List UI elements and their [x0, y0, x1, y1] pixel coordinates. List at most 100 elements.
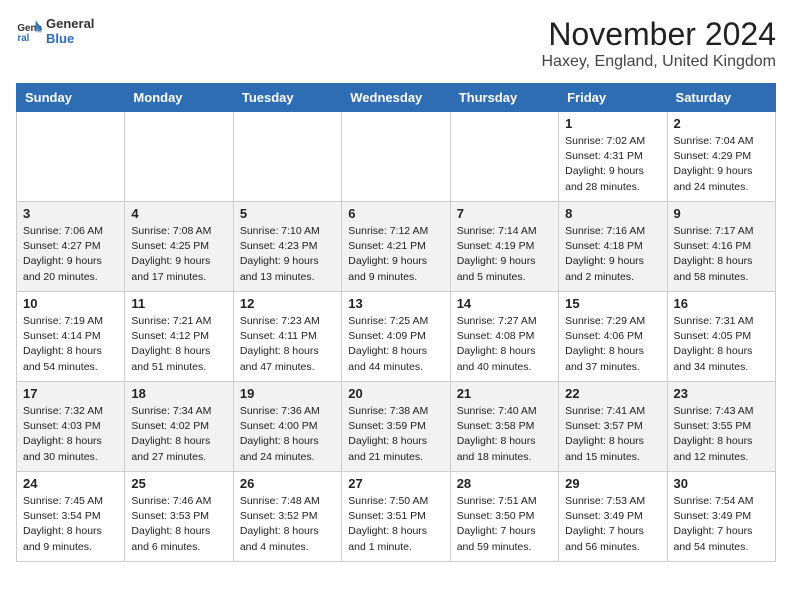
day-cell: 5Sunrise: 7:10 AMSunset: 4:23 PMDaylight… — [233, 202, 341, 292]
day-number: 11 — [131, 296, 226, 311]
day-number: 23 — [674, 386, 769, 401]
day-cell: 18Sunrise: 7:34 AMSunset: 4:02 PMDayligh… — [125, 382, 233, 472]
day-info: Sunrise: 7:38 AMSunset: 3:59 PMDaylight:… — [348, 404, 443, 465]
day-cell: 25 Sunrise: 7:46 AMSunset: 3:53 PMDayligh… — [125, 472, 233, 562]
day-number: 4 — [131, 206, 226, 221]
day-number: 22 — [565, 386, 660, 401]
day-info: Sunrise: 7:27 AMSunset: 4:08 PMDaylight:… — [457, 314, 552, 375]
day-number: 6 — [348, 206, 443, 221]
day-number: 1 — [565, 116, 660, 131]
day-number: 9 — [674, 206, 769, 221]
day-info: Sunrise: 7:21 AMSunset: 4:12 PMDaylight:… — [131, 314, 226, 375]
day-number: 26 — [240, 476, 335, 491]
header-cell-friday: Friday — [559, 84, 667, 112]
day-cell: 28 Sunrise: 7:51 AMSunset: 3:50 PMDayligh… — [450, 472, 558, 562]
day-number: 20 — [348, 386, 443, 401]
logo-blue-text: Blue — [46, 31, 94, 46]
location-title: Haxey, England, United Kingdom — [541, 53, 776, 71]
day-number: 10 — [23, 296, 118, 311]
logo: Gene ral General Blue — [16, 16, 94, 46]
day-cell: 29Sunrise: 7:53 AMSunset: 3:49 PMDayligh… — [559, 472, 667, 562]
day-info: Sunrise: 7:51 AMSunset: 3:50 PMDaylight:… — [457, 494, 552, 555]
day-cell: 7 Sunrise: 7:14 AMSunset: 4:19 PMDaylight… — [450, 202, 558, 292]
day-info: Sunrise: 7:36 AMSunset: 4:00 PMDaylight:… — [240, 404, 335, 465]
day-info: Sunrise: 7:02 AMSunset: 4:31 PMDaylight:… — [565, 134, 660, 195]
logo-general-text: General — [46, 16, 94, 31]
day-cell: 2 Sunrise: 7:04 AMSunset: 4:29 PMDaylight… — [667, 112, 775, 202]
day-cell: 6 Sunrise: 7:12 AMSunset: 4:21 PMDaylight… — [342, 202, 450, 292]
week-row-3: 10 Sunrise: 7:19 AMSunset: 4:14 PMDayligh… — [17, 292, 776, 382]
header: Gene ral General Blue November 2024 Haxe… — [16, 16, 776, 71]
day-cell: 14 Sunrise: 7:27 AMSunset: 4:08 PMDayligh… — [450, 292, 558, 382]
day-cell — [342, 112, 450, 202]
day-number: 27 — [348, 476, 443, 491]
day-info: Sunrise: 7:14 AMSunset: 4:19 PMDaylight:… — [457, 224, 552, 285]
week-row-4: 17 Sunrise: 7:32 AMSunset: 4:03 PMDayligh… — [17, 382, 776, 472]
day-cell: 27 Sunrise: 7:50 AMSunset: 3:51 PMDayligh… — [342, 472, 450, 562]
day-info: Sunrise: 7:40 AMSunset: 3:58 PMDaylight:… — [457, 404, 552, 465]
day-cell: 30 Sunrise: 7:54 AMSunset: 3:49 PMDayligh… — [667, 472, 775, 562]
day-cell: 8Sunrise: 7:16 AMSunset: 4:18 PMDaylight… — [559, 202, 667, 292]
svg-text:ral: ral — [17, 33, 29, 44]
day-number: 21 — [457, 386, 552, 401]
day-info: Sunrise: 7:23 AMSunset: 4:11 PMDaylight:… — [240, 314, 335, 375]
day-cell: 3Sunrise: 7:06 AMSunset: 4:27 PMDaylight… — [17, 202, 125, 292]
day-cell — [17, 112, 125, 202]
week-row-2: 3Sunrise: 7:06 AMSunset: 4:27 PMDaylight… — [17, 202, 776, 292]
day-number: 17 — [23, 386, 118, 401]
day-cell: 11 Sunrise: 7:21 AMSunset: 4:12 PMDayligh… — [125, 292, 233, 382]
day-number: 2 — [674, 116, 769, 131]
day-info: Sunrise: 7:45 AMSunset: 3:54 PMDaylight:… — [23, 494, 118, 555]
day-cell: 22 Sunrise: 7:41 AMSunset: 3:57 PMDayligh… — [559, 382, 667, 472]
day-info: Sunrise: 7:46 AMSunset: 3:53 PMDaylight:… — [131, 494, 226, 555]
header-cell-tuesday: Tuesday — [233, 84, 341, 112]
day-info: Sunrise: 7:48 AMSunset: 3:52 PMDaylight:… — [240, 494, 335, 555]
day-cell: 12Sunrise: 7:23 AMSunset: 4:11 PMDayligh… — [233, 292, 341, 382]
header-cell-monday: Monday — [125, 84, 233, 112]
day-info: Sunrise: 7:32 AMSunset: 4:03 PMDaylight:… — [23, 404, 118, 465]
day-number: 30 — [674, 476, 769, 491]
day-cell: 17 Sunrise: 7:32 AMSunset: 4:03 PMDayligh… — [17, 382, 125, 472]
day-number: 7 — [457, 206, 552, 221]
day-info: Sunrise: 7:17 AMSunset: 4:16 PMDaylight:… — [674, 224, 769, 285]
day-info: Sunrise: 7:29 AMSunset: 4:06 PMDaylight:… — [565, 314, 660, 375]
day-info: Sunrise: 7:04 AMSunset: 4:29 PMDaylight:… — [674, 134, 769, 195]
day-number: 8 — [565, 206, 660, 221]
month-title: November 2024 — [541, 16, 776, 53]
header-cell-thursday: Thursday — [450, 84, 558, 112]
header-cell-wednesday: Wednesday — [342, 84, 450, 112]
day-cell: 1 Sunrise: 7:02 AMSunset: 4:31 PMDaylight… — [559, 112, 667, 202]
day-info: Sunrise: 7:10 AMSunset: 4:23 PMDaylight:… — [240, 224, 335, 285]
day-cell — [233, 112, 341, 202]
logo-icon: Gene ral — [16, 17, 44, 45]
day-info: Sunrise: 7:19 AMSunset: 4:14 PMDaylight:… — [23, 314, 118, 375]
day-number: 15 — [565, 296, 660, 311]
day-number: 14 — [457, 296, 552, 311]
day-number: 24 — [23, 476, 118, 491]
day-number: 19 — [240, 386, 335, 401]
day-cell: 20 Sunrise: 7:38 AMSunset: 3:59 PMDayligh… — [342, 382, 450, 472]
day-number: 3 — [23, 206, 118, 221]
day-number: 18 — [131, 386, 226, 401]
header-row: SundayMondayTuesdayWednesdayThursdayFrid… — [17, 84, 776, 112]
logo-text: General Blue — [46, 16, 94, 46]
day-cell: 26 Sunrise: 7:48 AMSunset: 3:52 PMDayligh… — [233, 472, 341, 562]
header-cell-saturday: Saturday — [667, 84, 775, 112]
day-info: Sunrise: 7:41 AMSunset: 3:57 PMDaylight:… — [565, 404, 660, 465]
day-info: Sunrise: 7:54 AMSunset: 3:49 PMDaylight:… — [674, 494, 769, 555]
title-area: November 2024 Haxey, England, United Kin… — [541, 16, 776, 71]
day-number: 28 — [457, 476, 552, 491]
day-info: Sunrise: 7:31 AMSunset: 4:05 PMDaylight:… — [674, 314, 769, 375]
day-cell: 23 Sunrise: 7:43 AMSunset: 3:55 PMDayligh… — [667, 382, 775, 472]
day-cell: 13Sunrise: 7:25 AMSunset: 4:09 PMDayligh… — [342, 292, 450, 382]
day-info: Sunrise: 7:08 AMSunset: 4:25 PMDaylight:… — [131, 224, 226, 285]
day-cell — [125, 112, 233, 202]
day-number: 25 — [131, 476, 226, 491]
day-info: Sunrise: 7:12 AMSunset: 4:21 PMDaylight:… — [348, 224, 443, 285]
day-cell — [450, 112, 558, 202]
header-cell-sunday: Sunday — [17, 84, 125, 112]
day-number: 13 — [348, 296, 443, 311]
day-info: Sunrise: 7:43 AMSunset: 3:55 PMDaylight:… — [674, 404, 769, 465]
day-number: 16 — [674, 296, 769, 311]
day-info: Sunrise: 7:50 AMSunset: 3:51 PMDaylight:… — [348, 494, 443, 555]
